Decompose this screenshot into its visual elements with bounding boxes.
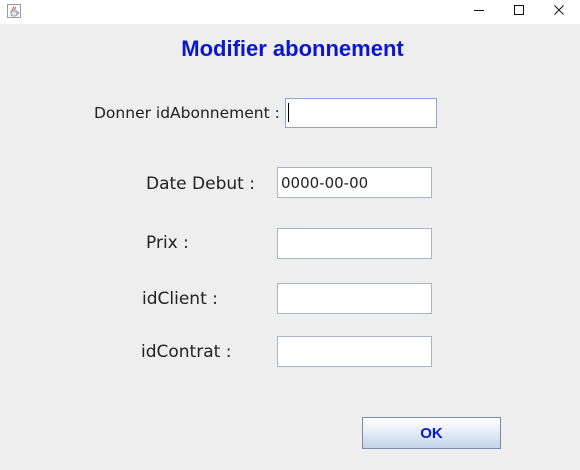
java-cup-icon [7,4,21,18]
ok-button[interactable]: OK [362,417,501,449]
idcontrat-label: idContrat : [141,342,232,362]
dialog-window: Modifier abonnement Donner idAbonnement … [0,0,580,470]
close-icon [553,3,565,21]
form-title: Modifier abonnement [181,36,404,61]
idclient-input[interactable] [277,283,432,314]
minimize-icon [473,3,485,21]
close-button[interactable] [536,0,580,24]
date-debut-input[interactable] [277,167,432,198]
idabonnement-input[interactable] [285,98,437,128]
idabonnement-label: Donner idAbonnement : [94,104,280,122]
idclient-label: idClient : [142,289,218,309]
prix-label: Prix : [146,233,189,253]
title-bar [0,0,580,24]
prix-input[interactable] [277,228,432,259]
idcontrat-input[interactable] [277,336,432,367]
maximize-icon [513,3,525,21]
date-debut-label: Date Debut : [146,174,255,194]
text-caret [288,103,289,122]
